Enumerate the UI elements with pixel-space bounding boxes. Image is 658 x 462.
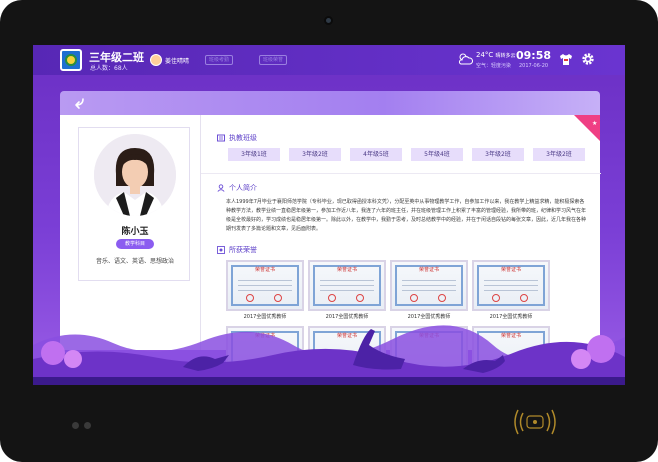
certificate-image: 荣誉证书 <box>390 260 468 311</box>
camera-lens <box>324 16 333 25</box>
honors-section-title: 所获荣誉 <box>217 245 257 255</box>
class-chip[interactable]: 3年级2班 <box>472 148 524 161</box>
divider <box>201 173 601 174</box>
gear-icon[interactable] <box>581 52 595 66</box>
honor-certificate[interactable]: 荣誉证书 2017全国优秀教师 <box>226 260 304 320</box>
partly-cloudy-icon <box>459 53 473 65</box>
temperature: 24°C 晴转多云 <box>476 51 516 59</box>
clock-date: 2017-06-20 <box>519 63 549 69</box>
class-chip[interactable]: 3年级1班 <box>228 148 280 161</box>
clock-time: 09:58 <box>516 49 552 62</box>
teacher-chip[interactable]: 姜佳晴晴 <box>150 53 189 67</box>
teacher-photo <box>94 134 176 216</box>
award-icon <box>217 246 225 254</box>
avatar <box>150 54 162 66</box>
attendance-button[interactable]: 班级考勤 <box>205 55 234 65</box>
content-header-banner <box>60 91 600 115</box>
subject-badge: 教学科目 <box>116 239 154 249</box>
total-students: 总人数：68人 <box>90 65 128 72</box>
profile-icon <box>217 184 225 192</box>
teacher-name: 姜佳晴晴 <box>165 57 190 65</box>
class-chip-list: 3年级1班 3年级2班 4年级5班 5年级4班 3年级2班 3年级2班 <box>228 148 588 161</box>
class-chip[interactable]: 5年级4班 <box>411 148 463 161</box>
certificate-image: 荣誉证书 <box>308 260 386 311</box>
certificate-image: 荣誉证书 <box>226 260 304 311</box>
honor-certificate[interactable]: 荣誉证书 2017全国优秀教师 <box>390 260 468 320</box>
bio-text: 本人1999年7月毕业于襄阳师范学院（专科毕业，现已取得函授本科文凭），分配至英… <box>226 199 587 232</box>
dinosaur-landscape-illustration <box>33 325 625 385</box>
certificate-image: 荣誉证书 <box>472 260 550 311</box>
screen: 三年级二班 总人数：68人 姜佳晴晴 班级考勤 班级荣誉 24°C 晴转多云 空… <box>33 45 625 385</box>
air-quality: 空气：轻度污染 <box>476 63 512 69</box>
svg-text:★: ★ <box>592 120 597 127</box>
class-chip[interactable]: 4年级5班 <box>350 148 402 161</box>
back-arrow-icon[interactable] <box>72 96 86 110</box>
uniform-icon[interactable] <box>559 53 573 66</box>
top-bar: 三年级二班 总人数：68人 姜佳晴晴 班级考勤 班级荣誉 24°C 晴转多云 空… <box>33 45 625 75</box>
teacher-name-title: 陈小玉 <box>121 227 149 237</box>
school-logo <box>60 49 82 71</box>
honor-certificate[interactable]: 荣誉证书 2017全国优秀教师 <box>472 260 550 320</box>
nfc-reader-icon <box>514 409 556 435</box>
profile-card: 陈小玉 教学科目 音乐、语文、英语、思想政治 <box>78 127 190 281</box>
classroom-icon <box>217 134 225 142</box>
class-chip[interactable]: 3年级2班 <box>533 148 585 161</box>
speaker-dot <box>84 422 91 429</box>
honor-certificate[interactable]: 荣誉证书 2017全国优秀教师 <box>308 260 386 320</box>
intro-section-title: 个人简介 <box>217 183 257 193</box>
speaker-dot <box>72 422 79 429</box>
teaching-subjects: 音乐、语文、英语、思想政治 <box>95 258 174 265</box>
corner-ribbon-icon: ★ <box>574 115 600 141</box>
classes-section-title: 执教班级 <box>217 133 257 143</box>
honor-button[interactable]: 班级荣誉 <box>259 55 288 65</box>
class-chip[interactable]: 3年级2班 <box>289 148 341 161</box>
tablet-frame: 三年级二班 总人数：68人 姜佳晴晴 班级考勤 班级荣誉 24°C 晴转多云 空… <box>0 0 658 462</box>
